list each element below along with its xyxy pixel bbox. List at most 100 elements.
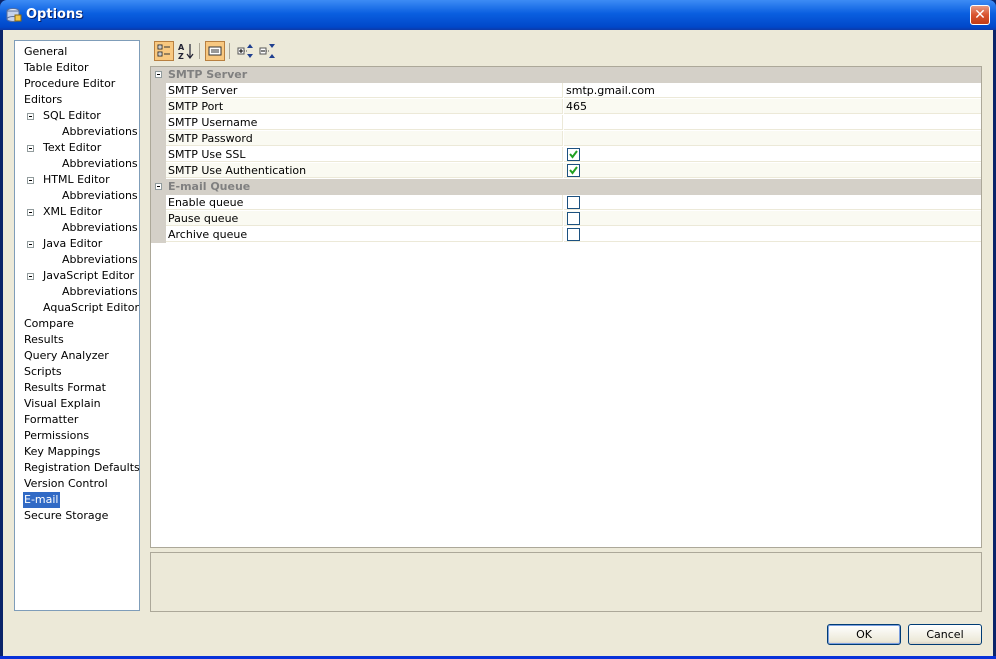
property-checkbox[interactable] [567,228,580,241]
property-row[interactable]: SMTP Server smtp.gmail.com [151,83,981,99]
property-row[interactable]: Archive queue [151,227,981,243]
toolbar-separator [229,43,230,59]
tree-item-xml-editor[interactable]: XML Editor [42,204,103,220]
property-value[interactable] [564,163,981,178]
property-row[interactable]: SMTP Username [151,115,981,131]
tree-item-editors[interactable]: Editors [23,92,63,108]
tree-item-formatter[interactable]: Formatter [23,412,79,428]
tree-item-aquascript-editor[interactable]: AquaScript Editor [42,300,140,316]
tree-item-results-format[interactable]: Results Format [23,380,107,396]
categorized-view-button[interactable] [154,41,174,61]
property-checkbox[interactable] [567,196,580,209]
options-dialog: Options ✕ General Table Editor Procedure E… [0,0,996,659]
collapse-expander-icon[interactable] [155,71,162,78]
cancel-button[interactable]: Cancel [908,624,982,645]
property-name: SMTP Port [166,99,563,114]
collapse-expander-icon[interactable] [27,145,34,152]
property-grid: SMTP Server SMTP Server smtp.gmail.com SMTP… [150,66,982,548]
property-value[interactable] [564,211,981,226]
tree-item-e-mail[interactable]: E-mail [23,492,60,508]
property-value[interactable] [564,227,981,242]
collapse-all-button[interactable] [258,41,278,61]
tree-item-abbreviations[interactable]: Abbreviations [61,284,139,300]
property-checkbox[interactable] [567,148,580,161]
collapse-all-icon [259,44,275,58]
collapse-expander-icon[interactable] [27,113,34,120]
property-name: SMTP Use SSL [166,147,563,162]
property-checkbox[interactable] [567,164,580,177]
tree-item-abbreviations[interactable]: Abbreviations [61,124,139,140]
property-row[interactable]: Enable queue [151,195,981,211]
property-row[interactable]: SMTP Password [151,131,981,147]
tree-item-abbreviations[interactable]: Abbreviations [61,188,139,204]
tree-item-abbreviations[interactable]: Abbreviations [61,220,139,236]
tree-item-scripts[interactable]: Scripts [23,364,63,380]
property-row[interactable]: SMTP Use Authentication [151,163,981,179]
row-gutter [151,83,166,99]
property-pages-button[interactable] [205,41,225,61]
tree-item-visual-explain[interactable]: Visual Explain [23,396,102,412]
tree-item-version-control[interactable]: Version Control [23,476,109,492]
row-gutter [151,99,166,115]
tree-item-html-editor[interactable]: HTML Editor [42,172,111,188]
tree-item-results[interactable]: Results [23,332,65,348]
property-name: Pause queue [166,211,563,226]
expand-all-icon [237,44,253,58]
sort-az-icon: A Z [178,43,194,61]
collapse-expander-icon[interactable] [27,241,34,248]
collapse-expander-icon[interactable] [27,209,34,216]
property-name: Archive queue [166,227,563,242]
tree-item-abbreviations[interactable]: Abbreviations [61,156,139,172]
property-row[interactable]: SMTP Use SSL [151,147,981,163]
dialog-client-area: General Table Editor Procedure Editor Edito… [3,30,993,656]
property-name: SMTP Username [166,115,563,130]
tree-item-sql-editor[interactable]: SQL Editor [42,108,102,124]
property-grid-toolbar: A Z [151,40,991,66]
property-name: Enable queue [166,195,563,210]
property-value[interactable] [564,147,981,162]
options-category-tree[interactable]: General Table Editor Procedure Editor Edito… [14,40,140,611]
tree-item-java-editor[interactable]: Java Editor [42,236,103,252]
property-value[interactable] [564,115,981,130]
tree-item-query-analyzer[interactable]: Query Analyzer [23,348,110,364]
tree-item-general[interactable]: General [23,44,68,60]
tree-item-procedure-editor[interactable]: Procedure Editor [23,76,116,92]
tree-item-permissions[interactable]: Permissions [23,428,90,444]
tree-item-table-editor[interactable]: Table Editor [23,60,90,76]
property-row[interactable]: Pause queue [151,211,981,227]
checkmark-icon [569,166,578,175]
row-gutter [151,195,166,211]
categorized-icon [157,44,170,57]
alphabetical-sort-button[interactable]: A Z [176,41,196,61]
expand-all-button[interactable] [236,41,256,61]
collapse-expander-icon[interactable] [27,177,34,184]
category-row[interactable]: SMTP Server [151,67,981,83]
property-value[interactable]: smtp.gmail.com [564,83,981,98]
row-gutter [151,131,166,147]
category-label: SMTP Server [168,68,248,81]
title-bar[interactable]: Options ✕ [0,0,996,30]
close-icon: ✕ [974,7,986,23]
property-checkbox[interactable] [567,212,580,225]
tree-item-compare[interactable]: Compare [23,316,75,332]
property-name: SMTP Use Authentication [166,163,563,178]
category-row[interactable]: E-mail Queue [151,179,981,195]
property-value[interactable]: 465 [564,99,981,114]
property-row[interactable]: SMTP Port 465 [151,99,981,115]
property-value[interactable] [564,131,981,146]
tree-item-registration-defaults[interactable]: Registration Defaults [23,460,141,476]
row-gutter [151,115,166,131]
collapse-expander-icon[interactable] [27,273,34,280]
tree-item-key-mappings[interactable]: Key Mappings [23,444,101,460]
tree-item-text-editor[interactable]: Text Editor [42,140,102,156]
tree-item-javascript-editor[interactable]: JavaScript Editor [42,268,135,284]
toolbar-separator [199,43,200,59]
close-button[interactable]: ✕ [970,5,990,25]
collapse-expander-icon[interactable] [155,183,162,190]
tree-item-secure-storage[interactable]: Secure Storage [23,508,109,524]
tree-item-abbreviations[interactable]: Abbreviations [61,252,139,268]
svg-text:A: A [178,43,185,52]
window-title: Options [26,7,83,22]
ok-button[interactable]: OK [827,624,901,645]
property-value[interactable] [564,195,981,210]
